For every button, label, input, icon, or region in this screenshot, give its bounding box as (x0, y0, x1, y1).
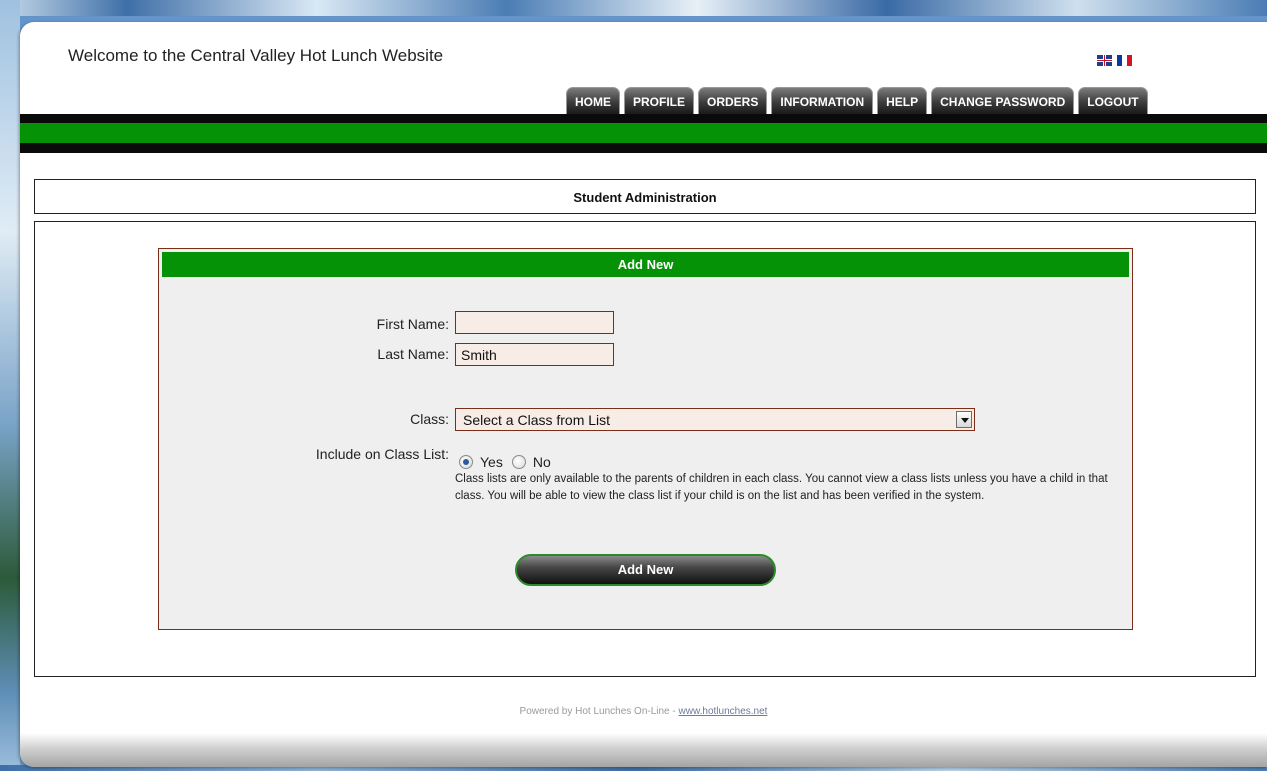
nav-tab-home[interactable]: HOME (566, 87, 620, 114)
first-name-label: First Name: (376, 316, 449, 332)
last-name-input[interactable] (455, 343, 614, 366)
class-select[interactable]: Select a Class from List (455, 408, 975, 431)
language-selector (1097, 55, 1132, 66)
nav-tab-change-password[interactable]: CHANGE PASSWORD (931, 87, 1075, 114)
nav-tab-help[interactable]: HELP (877, 87, 928, 114)
uk-flag-icon[interactable] (1097, 55, 1112, 66)
chevron-down-icon[interactable] (956, 411, 972, 428)
header-divider-top (20, 114, 1267, 123)
class-select-value: Select a Class from List (463, 412, 611, 428)
radio-yes-label: Yes (480, 454, 503, 470)
add-student-panel: Add New First Name: Last Name: Class: Se… (158, 248, 1133, 630)
class-label: Class: (410, 411, 449, 427)
include-class-list-label: Include on Class List: (315, 446, 449, 462)
nav-tab-profile[interactable]: PROFILE (624, 87, 695, 114)
first-name-input[interactable] (455, 311, 614, 334)
background-left-edge (0, 0, 20, 771)
add-new-button[interactable]: Add New (515, 554, 776, 586)
radio-no-label: No (532, 454, 551, 470)
header-green-band (20, 123, 1267, 143)
main-content: Add New First Name: Last Name: Class: Se… (34, 221, 1256, 677)
panel-header: Add New (162, 252, 1129, 277)
include-class-list-options: Yes No (459, 454, 551, 470)
frame-bottom-shade (20, 733, 1267, 767)
site-welcome-text: Welcome to the Central Valley Hot Lunch … (68, 46, 444, 65)
header-divider-bottom (20, 143, 1267, 153)
footer: Powered by Hot Lunches On-Line - www.hot… (20, 706, 1267, 717)
france-flag-icon[interactable] (1117, 55, 1132, 66)
last-name-label: Last Name: (377, 346, 449, 362)
radio-no[interactable] (511, 455, 526, 469)
page-frame: Welcome to the Central Valley Hot Lunch … (20, 22, 1267, 767)
class-list-note: Class lists are only available to the pa… (455, 473, 1108, 502)
page-title: Student Administration (34, 179, 1256, 214)
radio-yes[interactable] (459, 455, 473, 469)
nav-tab-information[interactable]: INFORMATION (771, 87, 874, 114)
main-nav: HOME PROFILE ORDERS INFORMATION HELP CHA… (566, 87, 1148, 114)
background-sky-top (0, 0, 1267, 16)
nav-tab-orders[interactable]: ORDERS (698, 87, 768, 114)
footer-text: Powered by Hot Lunches On-Line - (519, 706, 679, 717)
footer-link[interactable]: www.hotlunches.net (679, 706, 768, 717)
nav-tab-logout[interactable]: LOGOUT (1078, 87, 1148, 114)
